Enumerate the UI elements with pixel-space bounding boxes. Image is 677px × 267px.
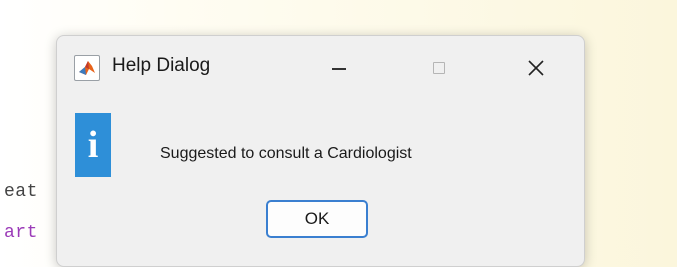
- dialog-title: Help Dialog: [112, 55, 211, 76]
- close-button[interactable]: [516, 50, 556, 86]
- info-icon-glyph: i: [87, 124, 99, 166]
- minimize-button[interactable]: [319, 50, 359, 86]
- code-line: art: [4, 223, 38, 243]
- close-icon: [528, 60, 544, 76]
- help-dialog: Help Dialog i Suggested to consult a Car…: [56, 35, 585, 267]
- info-icon: i: [75, 113, 111, 177]
- dialog-titlebar[interactable]: Help Dialog: [57, 36, 584, 100]
- matlab-icon: [74, 55, 100, 81]
- maximize-button[interactable]: [419, 50, 459, 86]
- ok-button[interactable]: OK: [266, 200, 368, 238]
- maximize-icon: [433, 62, 445, 74]
- minimize-icon: [332, 68, 346, 70]
- code-line: eat: [4, 182, 38, 202]
- dialog-message: Suggested to consult a Cardiologist: [160, 145, 412, 162]
